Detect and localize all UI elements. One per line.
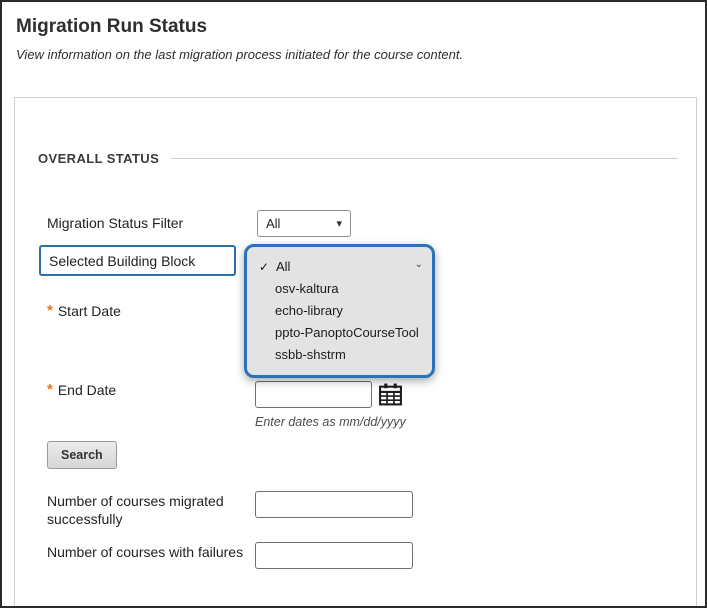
dropdown-option-ssbb-shstrm[interactable]: ssbb-shstrm: [247, 344, 432, 366]
end-date-label: End Date: [58, 382, 116, 398]
section-divider: [171, 158, 678, 159]
dropdown-option-ppto-panopto[interactable]: ppto-PanoptoCourseTool: [247, 322, 432, 344]
migration-status-filter-select[interactable]: All ▾: [257, 210, 351, 237]
checkmark-icon: ✓: [259, 259, 273, 275]
migrated-successfully-input[interactable]: [255, 491, 413, 518]
building-block-dropdown: ⌄ ✓ All osv-kaltura echo-library ppto-Pa…: [244, 244, 435, 378]
chevron-down-icon: ▾: [336, 217, 342, 230]
section-heading: OVERALL STATUS: [38, 151, 159, 166]
end-date-row: * End Date: [47, 382, 116, 398]
page-title: Migration Run Status: [16, 16, 207, 38]
chevron-down-icon: ⌄: [415, 259, 423, 270]
date-format-hint: Enter dates as mm/dd/yyyy: [255, 415, 406, 429]
migration-status-filter-label: Migration Status Filter: [47, 215, 183, 231]
required-icon: *: [47, 303, 53, 319]
start-date-row: * Start Date: [47, 303, 121, 319]
calendar-button[interactable]: [377, 381, 404, 408]
page-subtitle: View information on the last migration p…: [16, 47, 463, 62]
dropdown-option-label: All: [276, 259, 290, 275]
calendar-icon: [378, 382, 403, 407]
migration-status-filter-value: All: [266, 216, 280, 231]
start-date-label: Start Date: [58, 303, 121, 319]
migrated-successfully-label: Number of courses migrated successfully: [47, 492, 252, 528]
selected-building-block-label[interactable]: Selected Building Block: [39, 245, 236, 276]
failures-input[interactable]: [255, 542, 413, 569]
required-icon: *: [47, 382, 53, 398]
dropdown-option-all[interactable]: ✓ All: [247, 256, 432, 278]
dropdown-option-osv-kaltura[interactable]: osv-kaltura: [247, 278, 432, 300]
end-date-input[interactable]: [255, 381, 372, 408]
section-header: OVERALL STATUS: [38, 151, 678, 166]
search-button[interactable]: Search: [47, 441, 117, 469]
migration-run-status-page: Migration Run Status View information on…: [0, 0, 707, 608]
selected-building-block-label-text: Selected Building Block: [49, 253, 195, 269]
dropdown-option-echo-library[interactable]: echo-library: [247, 300, 432, 322]
